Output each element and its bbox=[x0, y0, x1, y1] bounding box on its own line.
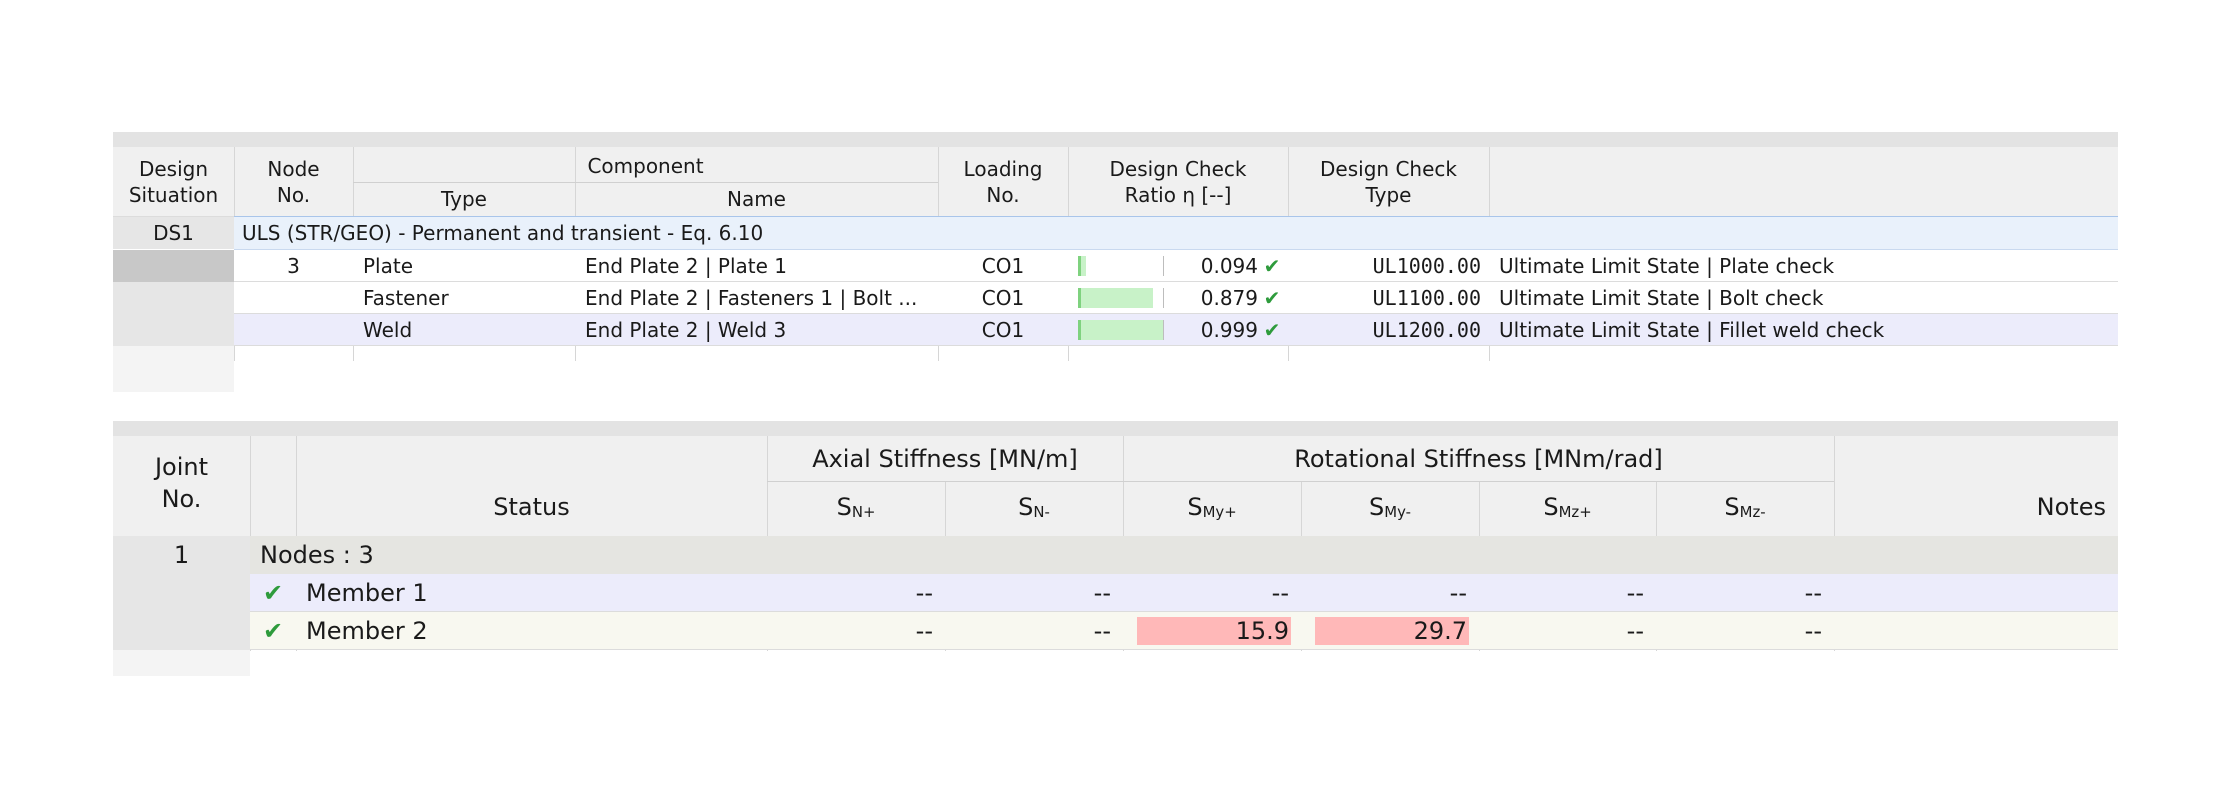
situation-id[interactable]: DS1 bbox=[113, 217, 234, 249]
header-s-n-plus[interactable]: SN+ bbox=[767, 481, 945, 538]
design-check-code: UL1100.00 bbox=[1372, 286, 1481, 310]
row-header-empty bbox=[113, 650, 250, 676]
row-header[interactable] bbox=[113, 282, 234, 346]
situation-description: ULS (STR/GEO) - Permanent and transient … bbox=[242, 221, 764, 245]
ratio-bar bbox=[1078, 288, 1153, 308]
stiffness-value-s-n-plus: -- bbox=[915, 579, 933, 607]
member-name: Member 2 bbox=[306, 617, 428, 645]
stiffness-value-s-my-plus: -- bbox=[1271, 579, 1289, 607]
node-number bbox=[234, 314, 353, 346]
header-type[interactable]: Type bbox=[353, 184, 575, 214]
node-number bbox=[234, 282, 353, 314]
stiffness-value-s-my-minus: 29.7 bbox=[1413, 617, 1467, 645]
stiffness-value-s-my-minus: -- bbox=[1449, 579, 1467, 607]
ratio-bar-start bbox=[1078, 256, 1081, 276]
ratio-bar-start bbox=[1078, 288, 1081, 308]
stiffness-value-s-mz-minus: -- bbox=[1804, 617, 1822, 645]
ratio-value: 0.094 bbox=[1200, 254, 1258, 278]
header-name[interactable]: Name bbox=[575, 184, 938, 214]
node-number: 3 bbox=[287, 254, 300, 278]
row-header[interactable] bbox=[113, 574, 250, 650]
joint-stiffness-table: Joint No. Status Axial Stiffness [MN/m] … bbox=[113, 421, 2118, 676]
design-check-code: UL1000.00 bbox=[1372, 254, 1481, 278]
header-design-situation[interactable]: Design Situation bbox=[113, 156, 234, 208]
row-header-selected[interactable] bbox=[113, 250, 234, 282]
design-check-description: Ultimate Limit State | Bolt check bbox=[1499, 286, 1824, 310]
loading-number: CO1 bbox=[981, 254, 1025, 278]
stiffness-value-s-mz-plus: -- bbox=[1626, 579, 1644, 607]
header-status[interactable]: Status bbox=[296, 481, 767, 533]
ratio-bar bbox=[1078, 320, 1163, 340]
column-resize-strip[interactable] bbox=[113, 132, 2118, 147]
header-loading-no[interactable]: Loading No. bbox=[938, 156, 1068, 208]
joint-id[interactable]: 1 bbox=[113, 536, 250, 574]
design-check-table: Design Situation Node No. Component Type… bbox=[113, 132, 2118, 392]
loading-number: CO1 bbox=[981, 318, 1025, 342]
column-resize-strip[interactable] bbox=[113, 421, 2118, 436]
ratio-value: 0.999 bbox=[1200, 318, 1258, 342]
header-notes[interactable]: Notes bbox=[1834, 481, 2118, 533]
header-s-n-minus[interactable]: SN- bbox=[945, 481, 1123, 538]
component-name: End Plate 2 | Weld 3 bbox=[585, 318, 787, 342]
header-node-no[interactable]: Node No. bbox=[234, 156, 353, 208]
stiffness-value-s-mz-minus: -- bbox=[1804, 579, 1822, 607]
check-icon: ✔ bbox=[262, 617, 284, 645]
header-s-mz-minus[interactable]: SMz- bbox=[1656, 481, 1834, 538]
check-icon: ✔ bbox=[262, 579, 284, 607]
joint-nodes-label: Nodes : 3 bbox=[260, 541, 374, 569]
header-s-my-plus[interactable]: SMy+ bbox=[1123, 481, 1301, 538]
loading-number: CO1 bbox=[981, 286, 1025, 310]
design-check-description: Ultimate Limit State | Plate check bbox=[1499, 254, 1835, 278]
header-rotational-stiffness: Rotational Stiffness [MNm/rad] bbox=[1294, 445, 1663, 473]
component-type: Fastener bbox=[363, 286, 449, 310]
ratio-bar-start bbox=[1078, 320, 1081, 340]
check-icon: ✔ bbox=[1263, 318, 1281, 342]
stiffness-value-s-mz-plus: -- bbox=[1626, 617, 1644, 645]
header-s-my-minus[interactable]: SMy- bbox=[1301, 481, 1479, 538]
member-name: Member 1 bbox=[306, 579, 428, 607]
component-name: End Plate 2 | Fasteners 1 | Bolt ... bbox=[585, 286, 918, 310]
stiffness-value-s-n-minus: -- bbox=[1093, 617, 1111, 645]
header-axial-stiffness: Axial Stiffness [MN/m] bbox=[812, 445, 1078, 473]
design-check-description: Ultimate Limit State | Fillet weld check bbox=[1499, 318, 1885, 342]
header-component: Component bbox=[587, 154, 704, 178]
stiffness-value-s-n-minus: -- bbox=[1093, 579, 1111, 607]
ratio-value: 0.879 bbox=[1200, 286, 1258, 310]
stiffness-value-s-n-plus: -- bbox=[915, 617, 933, 645]
header-joint-no[interactable]: Joint No. bbox=[113, 451, 250, 515]
check-icon: ✔ bbox=[1263, 286, 1281, 310]
component-name: End Plate 2 | Plate 1 bbox=[585, 254, 788, 278]
header-design-check-type[interactable]: Design Check Type bbox=[1288, 156, 1489, 208]
header-s-mz-plus[interactable]: SMz+ bbox=[1479, 481, 1656, 538]
component-type: Plate bbox=[363, 254, 414, 278]
header-design-check-ratio[interactable]: Design Check Ratio η [--] bbox=[1068, 156, 1288, 208]
design-check-code: UL1200.00 bbox=[1372, 318, 1481, 342]
check-icon: ✔ bbox=[1263, 254, 1281, 278]
component-type: Weld bbox=[363, 318, 413, 342]
row-header-empty bbox=[113, 346, 234, 392]
stiffness-value-s-my-plus: 15.9 bbox=[1235, 617, 1289, 645]
